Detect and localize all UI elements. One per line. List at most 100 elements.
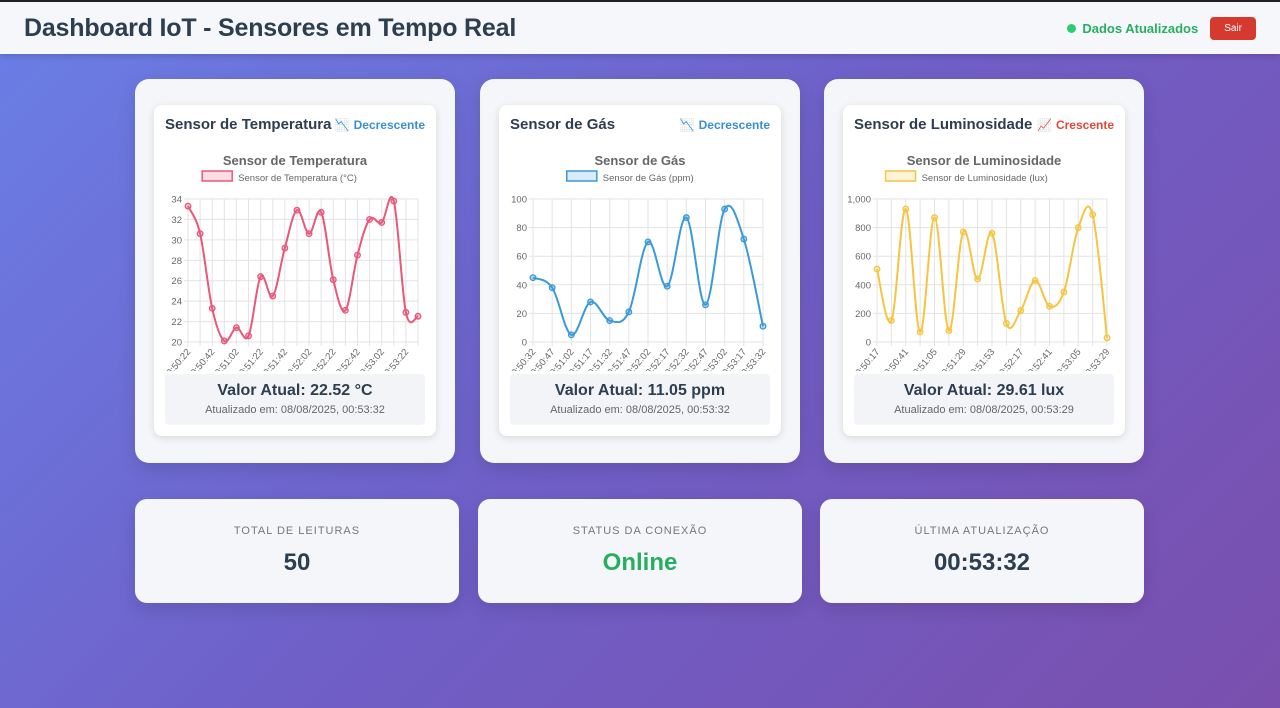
y-tick-label: 20 bbox=[516, 309, 527, 320]
y-tick-label: 0 bbox=[522, 338, 527, 349]
y-tick-label: 400 bbox=[855, 280, 871, 291]
sensor-header: Sensor de Gás 📉 Decrescente bbox=[510, 116, 770, 133]
data-point bbox=[945, 327, 953, 335]
data-point bbox=[959, 228, 967, 236]
data-point bbox=[354, 251, 361, 259]
x-tick-label: 00:50:22 bbox=[161, 347, 193, 371]
sensor-title: Sensor de Gás bbox=[510, 116, 616, 133]
data-point bbox=[220, 337, 228, 345]
x-tick-label: 00:51:05 bbox=[908, 347, 940, 371]
x-tick-label: 00:52:41 bbox=[1023, 347, 1055, 371]
sensor-card-light: Sensor de Luminosidade 📈 Crescente Senso… bbox=[824, 79, 1144, 463]
data-point bbox=[759, 322, 767, 330]
update-status-text: Dados Atualizados bbox=[1082, 20, 1199, 36]
sensor-panel: Sensor de Temperatura 📉 Decrescente Sens… bbox=[154, 105, 436, 436]
data-point bbox=[329, 276, 337, 284]
chart-title: Sensor de Luminosidade bbox=[907, 153, 1062, 168]
chart-title: Sensor de Temperatura bbox=[223, 153, 368, 168]
data-point bbox=[245, 332, 252, 340]
x-tick-label: 00:52:42 bbox=[331, 347, 363, 371]
temperature-chart[interactable]: Sensor de Temperatura Sensor de Temperatu… bbox=[154, 141, 436, 371]
x-tick-label: 00:53:22 bbox=[379, 347, 411, 371]
y-tick-label: 800 bbox=[855, 223, 871, 234]
current-value: Valor Atual: 11.05 ppm bbox=[554, 382, 726, 399]
data-point bbox=[269, 292, 277, 300]
x-tick-label: 00:52:22 bbox=[306, 347, 338, 371]
data-point bbox=[1103, 334, 1111, 342]
x-tick-label: 00:51:42 bbox=[258, 347, 290, 371]
sensor-card-gas: Sensor de Gás 📉 Decrescente Sensor de Gá… bbox=[480, 79, 800, 463]
sensor-title: Sensor de Luminosidade bbox=[854, 116, 1033, 133]
sensor-header: Sensor de Temperatura 📉 Decrescente bbox=[165, 116, 425, 133]
x-tick-label: 00:50:42 bbox=[185, 347, 217, 371]
status-dot-icon bbox=[1067, 23, 1077, 33]
data-point bbox=[1074, 224, 1082, 232]
stat-label: TOTAL DE LEITURAS bbox=[233, 525, 361, 537]
legend-label: Sensor de Luminosidade (lux) bbox=[922, 173, 1048, 184]
data-point bbox=[317, 208, 325, 216]
x-tick-label: 00:50:17 bbox=[850, 347, 882, 371]
data-point bbox=[378, 219, 386, 226]
trend-indicator: 📈 Crescente bbox=[1037, 118, 1114, 132]
sensor-title: Sensor de Temperatura bbox=[165, 116, 332, 133]
updated-at: Atualizado em: 08/08/2025, 00:53:32 bbox=[550, 404, 730, 416]
logout-button[interactable]: Sair bbox=[1210, 16, 1256, 40]
current-value: Valor Atual: 29.61 lux bbox=[903, 382, 1065, 399]
y-tick-label: 80 bbox=[516, 223, 527, 234]
data-point bbox=[663, 282, 671, 290]
chart-decreasing-icon: 📉 bbox=[334, 117, 350, 132]
stat-connection-status: STATUS DA CONEXÃO Online bbox=[478, 499, 802, 603]
data-point bbox=[293, 206, 301, 214]
current-value-box: Valor Atual: 22.52 °C Atualizado em: 08/… bbox=[165, 374, 425, 425]
data-point bbox=[402, 308, 410, 316]
data-point bbox=[305, 230, 313, 238]
stat-value: 50 bbox=[283, 549, 311, 576]
data-point bbox=[721, 205, 729, 213]
page-title: Dashboard IoT - Sensores em Tempo Real bbox=[24, 13, 517, 42]
data-point bbox=[1002, 319, 1010, 327]
sensor-card-temperature: Sensor de Temperatura 📉 Decrescente Sens… bbox=[135, 79, 455, 463]
data-point bbox=[548, 284, 556, 292]
data-point bbox=[341, 306, 349, 314]
data-point bbox=[184, 202, 192, 210]
x-tick-label: 00:53:02 bbox=[355, 347, 387, 371]
sensor-panel: Sensor de Gás 📉 Decrescente Sensor de Gá… bbox=[499, 105, 781, 436]
update-status: Dados Atualizados bbox=[1067, 21, 1198, 36]
x-tick-label: 00:53:05 bbox=[1051, 347, 1083, 371]
y-tick-label: 20 bbox=[171, 338, 182, 349]
trend-label: Crescente bbox=[1055, 117, 1114, 132]
data-point bbox=[1046, 302, 1053, 310]
data-point bbox=[1031, 277, 1039, 284]
x-tick-label: 00:51:29 bbox=[936, 347, 968, 371]
data-point bbox=[232, 324, 240, 332]
data-point bbox=[1089, 211, 1097, 219]
data-point bbox=[257, 273, 265, 281]
data-point bbox=[644, 238, 652, 246]
y-tick-label: 1,000 bbox=[847, 195, 871, 206]
data-point bbox=[931, 214, 938, 222]
y-tick-label: 32 bbox=[171, 215, 182, 226]
y-tick-label: 600 bbox=[855, 252, 871, 263]
data-point bbox=[208, 304, 216, 312]
gas-chart[interactable]: Sensor de Gás Sensor de Gás (ppm) 0 20 40 60 8… bbox=[499, 141, 781, 371]
data-point bbox=[740, 235, 748, 243]
chart-decreasing-icon: 📉 bbox=[679, 117, 695, 132]
legend-swatch bbox=[566, 170, 598, 182]
data-point bbox=[366, 215, 374, 223]
x-tick-label: 00:51:53 bbox=[965, 347, 997, 371]
stat-last-update: ÚLTIMA ATUALIZAÇÃO 00:53:32 bbox=[820, 499, 1144, 603]
y-tick-label: 200 bbox=[855, 309, 871, 320]
x-tick-label: 00:52:02 bbox=[282, 347, 314, 371]
y-tick-label: 28 bbox=[171, 256, 182, 267]
y-tick-label: 26 bbox=[171, 276, 182, 287]
light-chart[interactable]: Sensor de Luminosidade Sensor de Luminosi… bbox=[843, 141, 1125, 371]
data-point bbox=[702, 301, 709, 309]
y-tick-label: 40 bbox=[516, 280, 527, 291]
data-point bbox=[414, 312, 422, 320]
legend-label: Sensor de Gás (ppm) bbox=[603, 173, 694, 184]
trend-label: Decrescente bbox=[698, 117, 770, 132]
trend-indicator: 📉 Decrescente bbox=[680, 118, 770, 132]
top-bar: Dashboard IoT - Sensores em Tempo Real D… bbox=[0, 2, 1280, 54]
y-tick-label: 30 bbox=[171, 235, 182, 246]
data-point bbox=[390, 197, 398, 205]
